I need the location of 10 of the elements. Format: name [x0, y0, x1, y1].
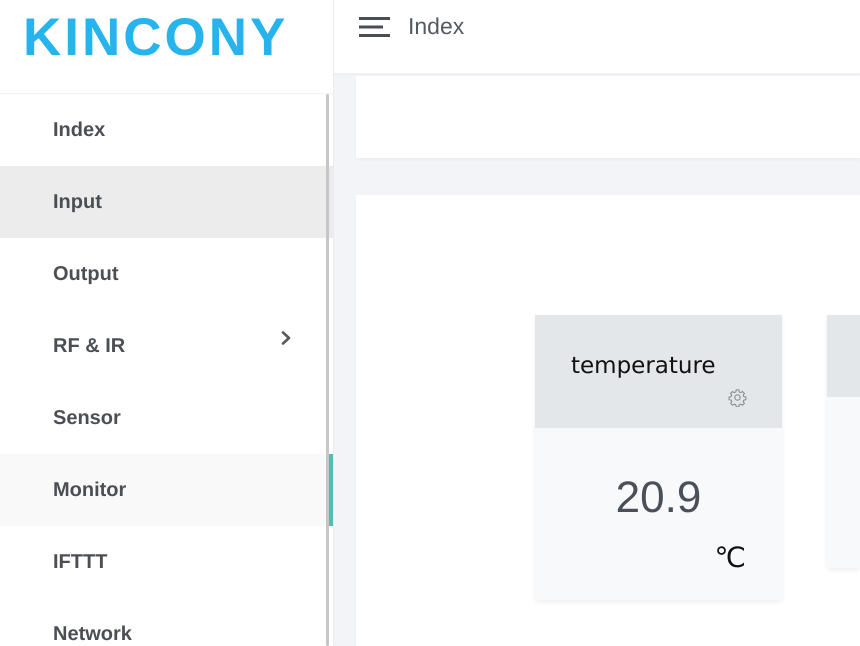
settings-icon[interactable] — [728, 388, 747, 407]
sidebar-item[interactable]: Input — [0, 166, 333, 238]
sidebar-item[interactable]: Monitor — [0, 454, 333, 526]
sensor-title: temperature — [571, 352, 717, 381]
menu-icon[interactable] — [359, 16, 390, 36]
unit-label: ℃ — [714, 540, 746, 574]
scrollbar-thumb[interactable] — [326, 94, 329, 646]
page-title: Index — [408, 15, 464, 38]
brand-logo: KINCONY — [23, 11, 288, 64]
sensor-value: 20.9 — [614, 472, 702, 524]
